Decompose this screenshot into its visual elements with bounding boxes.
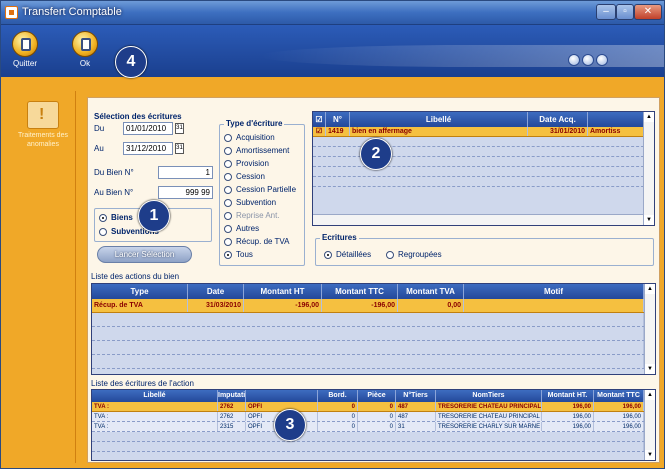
radio-biens[interactable]: Biens [99,213,133,222]
thumbs-up-icon [72,31,98,57]
toolbar: Quitter Ok [1,25,664,79]
actions-title: Liste des actions du bien [91,272,180,281]
help-icon[interactable] [596,54,608,66]
select-all-checkbox[interactable]: ☑ [313,112,326,127]
callout-4: 4 [115,46,147,78]
table-row[interactable] [92,442,655,452]
table-row[interactable] [92,327,655,341]
window-title: Transfert Comptable [22,6,122,18]
du-bien-label: Du Bien N° [94,168,134,177]
warning-icon[interactable] [27,101,59,129]
app-icon [5,6,18,19]
calendar-icon[interactable]: 31 [175,143,184,154]
vertical-scrollbar[interactable]: ▲ ▼ [643,112,654,225]
radio-regroupees[interactable]: Regroupées [386,250,442,259]
print-icon[interactable] [568,54,580,66]
radio-cession-partielle[interactable]: Cession Partielle [224,185,296,194]
info-icon[interactable] [582,54,594,66]
date-du-input[interactable]: 01/01/2010 [123,122,173,135]
selection-group: Sélection des écritures Du 01/01/2010 31… [92,112,218,266]
radio-amortissement[interactable]: Amortissement [224,146,289,155]
du-bien-input[interactable]: 1 [158,166,213,179]
au-bien-input[interactable]: 999 99 [158,186,213,199]
au-bien-label: Au Bien N° [94,188,134,197]
header-icons [566,54,608,68]
ecritures-title: Ecritures [320,233,359,242]
lancer-selection-button[interactable]: Lancer Sélection [97,246,192,263]
table-row[interactable]: Récup. de TVA 31/03/2010 -196,00 -196,00… [92,299,655,313]
callout-3: 3 [274,409,306,441]
callout-2: 2 [360,138,392,170]
actions-grid: Type Date Montant HT Montant TTC Montant… [91,283,656,375]
table-row[interactable] [313,167,654,177]
maximize-button[interactable]: ▫ [616,4,634,20]
app-window: Transfert Comptable – ▫ ✕ Quitter Ok 4 T… [0,0,665,469]
minimize-button[interactable]: – [596,4,616,20]
lignes-grid-header: Libellé Imputation Bord. Pièce N°Tiers N… [92,390,655,402]
main-panel: Sélection des écritures Du 01/01/2010 31… [87,97,660,463]
radio-tous[interactable]: Tous [224,250,253,259]
horizontal-scrollbar[interactable] [313,214,643,225]
table-row[interactable] [92,355,655,369]
radio-provision[interactable]: Provision [224,159,269,168]
table-row[interactable] [92,341,655,355]
door-icon [12,31,38,57]
lignes-grid: Libellé Imputation Bord. Pièce N°Tiers N… [91,389,656,461]
au-label: Au [94,144,104,153]
type-ecriture-title: Type d'écriture [224,119,285,128]
table-row[interactable]: TVA : 2762 OPFI 0 0 487 TRESORERIE CHATE… [92,412,655,422]
callout-1: 1 [138,200,170,232]
row-checkbox[interactable]: ☑ [313,127,326,136]
radio-subvention[interactable]: Subvention [224,198,276,207]
date-au-input[interactable]: 31/12/2010 [123,142,173,155]
table-row[interactable] [92,432,655,442]
table-row[interactable] [313,177,654,187]
calendar-icon[interactable]: 31 [175,123,184,134]
biens-grid: ☑ N° Libellé Date Acq. ☑ 1419 bien en af… [312,111,655,226]
sidebar-item-anomalies[interactable]: Traitements des anomalies [11,131,75,149]
sidebar: Traitements des anomalies [11,91,76,463]
close-button[interactable]: ✕ [634,4,662,20]
ok-label: Ok [79,59,91,68]
table-row[interactable]: TVA : 2315 OPFI 0 0 31 TRESORERIE CHARLY… [92,422,655,432]
radio-autres[interactable]: Autres [224,224,259,233]
selection-title: Sélection des écritures [92,112,184,121]
radio-recup-tva[interactable]: Récup. de TVA [224,237,290,246]
title-bar: Transfert Comptable – ▫ ✕ [1,1,664,25]
actions-grid-header: Type Date Montant HT Montant TTC Montant… [92,284,655,299]
lignes-title: Liste des écritures de l'action [91,379,194,388]
du-label: Du [94,124,105,133]
table-row[interactable]: ☑ 1419 bien en affermage 31/01/2010 Amor… [313,127,654,137]
quit-label: Quitter [12,59,37,68]
table-row[interactable]: TVA : 2762 OPFI 0 0 487 TRESORERIE CHATE… [92,402,655,412]
radio-detaillees[interactable]: Détaillées [324,250,371,259]
radio-cession[interactable]: Cession [224,172,265,181]
ok-button[interactable]: Ok [65,31,105,68]
vertical-scrollbar[interactable]: ▲ ▼ [644,284,655,374]
radio-reprise-ant[interactable]: Reprise Ant. [224,211,280,220]
vertical-scrollbar[interactable]: ▲ ▼ [644,390,655,460]
biens-grid-header: ☑ N° Libellé Date Acq. [313,112,654,127]
radio-acquisition[interactable]: Acquisition [224,133,275,142]
type-ecriture-group: Type d'écriture Acquisition Amortissemen… [219,119,305,266]
quit-button[interactable]: Quitter [5,31,45,68]
table-row[interactable] [92,313,655,327]
ecritures-group: Ecritures Détaillées Regroupées [315,233,654,266]
